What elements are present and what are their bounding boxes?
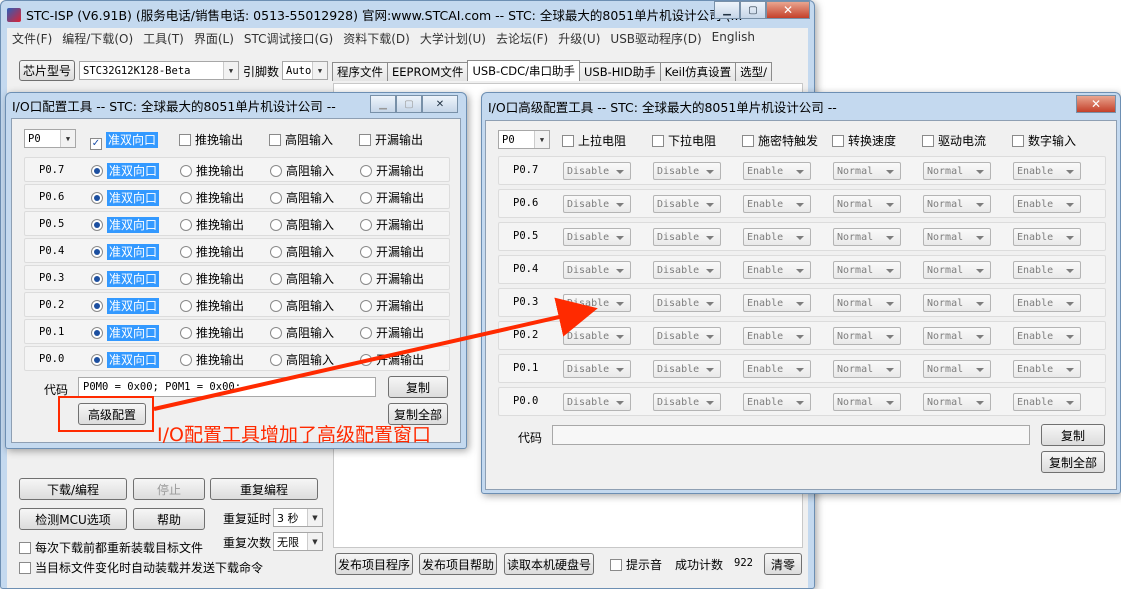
- arrow-line: [153, 297, 598, 411]
- annotation-arrow: [153, 297, 598, 411]
